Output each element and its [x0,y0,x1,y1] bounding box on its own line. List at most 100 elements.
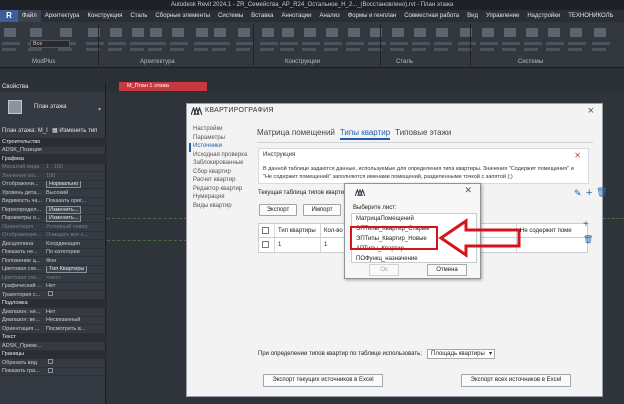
edit-type-button[interactable]: ▦ Изменить тип [52,126,97,136]
property-checkbox[interactable] [48,359,53,365]
property-row[interactable]: Цветовая схе... <нет> [0,274,106,283]
menu-item[interactable]: Формы и генплан [344,10,400,22]
property-row[interactable]: Положение ц... Фон [0,257,106,266]
property-value-button[interactable]: Изменить... [46,214,82,223]
property-row[interactable]: Цветовая схе... Тип Квартиры [0,265,106,274]
dialog-tab[interactable]: Типы квартир [339,128,391,140]
add-icon[interactable]: + [586,187,592,199]
property-value-button[interactable]: Изменить... [46,206,82,214]
property-row[interactable]: Обрезать вид [0,359,106,368]
property-row[interactable]: Переопредел... Изменить... [0,206,106,215]
property-value[interactable]: Показать ориг... [44,198,106,204]
property-value[interactable]: Высокий [44,190,106,196]
menu-item[interactable]: Управление [482,10,523,22]
nav-item[interactable]: Заблокированные [193,160,257,169]
ribbon-tool-icon[interactable] [60,28,72,37]
menu-item[interactable]: Конструкция [84,10,127,22]
add-row-icon[interactable]: + [583,219,589,230]
ribbon-tool-icon[interactable] [504,28,516,37]
nav-item[interactable]: Расчет квартир [193,177,257,186]
property-value-button[interactable]: Нормально [46,180,82,189]
row-checkbox[interactable] [259,238,275,252]
cell-not-contains[interactable] [517,238,587,252]
view-tab[interactable]: М_План 1 этажа [119,82,207,91]
ribbon-tool-icon[interactable] [414,28,426,37]
property-value[interactable]: Изменить... [44,206,106,214]
property-value[interactable] [44,291,106,298]
property-row[interactable]: Параметры о... Изменить... [0,214,106,223]
property-row[interactable]: Границы [0,350,106,359]
trash-icon[interactable]: 🗑 [583,235,593,244]
nav-item[interactable]: Редактор квартир [193,186,257,195]
property-row[interactable]: Текст [0,333,106,342]
property-row[interactable]: Отображени... Нормально [0,180,106,189]
property-value[interactable]: 100 [44,173,106,179]
ribbon-tool-icon[interactable] [482,28,494,37]
ribbon-tool-icon[interactable] [30,28,42,37]
property-row[interactable]: Подложка [0,299,106,308]
property-checkbox[interactable] [48,367,53,373]
property-row[interactable]: Ориентация Условный север [0,223,106,232]
property-row[interactable]: Дисциплина Координация [0,240,106,249]
nav-item[interactable]: Сбор квартир [193,169,257,178]
property-row[interactable]: Графика [0,155,106,164]
menu-item[interactable]: Системы [214,10,247,22]
property-row[interactable]: Ориентация ... Посмотреть в... [0,325,106,334]
revit-logo-icon[interactable]: R [0,10,18,22]
nav-item[interactable]: Нумерация [193,194,257,203]
menu-item[interactable]: Вид [463,10,482,22]
property-row[interactable]: ADSK_Позиция [0,147,106,155]
property-value[interactable]: Нормально [44,180,106,189]
ribbon-tool-icon[interactable] [392,28,404,37]
import-button[interactable]: Импорт [303,204,341,216]
cancel-button[interactable]: Отмена [427,264,467,276]
property-row[interactable]: Диапазон: ни... Нет [0,308,106,317]
property-value[interactable]: Условный север [44,224,106,230]
export-button[interactable]: Экспорт [259,204,297,216]
ribbon-tool-icon[interactable] [326,28,338,37]
property-value[interactable]: Нет [44,283,106,289]
property-row[interactable]: Значение ма... 100 [0,172,106,181]
property-row[interactable]: Траектория с... [0,291,106,300]
property-row[interactable]: Видимость ча... Показать ориг... [0,198,106,206]
property-row[interactable]: Графический ... Нет [0,283,106,291]
dialog-tab[interactable]: Типовые этажи [395,128,451,140]
export-current-button[interactable]: Экспорт текущих источников в Excel [263,374,383,387]
ribbon-tool-icon[interactable] [548,28,560,37]
property-row[interactable]: ADSK_Приме... [0,342,106,351]
menu-item[interactable]: Архитектура [41,10,84,22]
ribbon-tool-icon[interactable] [436,28,448,37]
ribbon-tool-icon[interactable] [526,28,538,37]
property-checkbox[interactable] [48,291,53,297]
nav-item[interactable]: Параметры [193,135,257,144]
property-value[interactable]: Нет [44,309,106,315]
menu-item[interactable]: ТЕХНОНИКОЛЬ [564,10,617,22]
property-row[interactable]: Масштаб вида 1 : 100 [0,164,106,172]
ribbon-tool-icon[interactable] [594,28,606,37]
cell-type[interactable]: 1 [275,238,321,252]
menu-item[interactable]: Файл [18,10,41,22]
ribbon-tool-icon[interactable] [304,28,316,37]
property-value[interactable]: Посмотреть в... [44,326,106,332]
ribbon-tool-icon[interactable] [348,28,360,37]
ribbon-tool-icon[interactable] [282,28,294,37]
property-value-button[interactable]: Тип Квартиры [46,265,88,274]
nav-item[interactable]: Настройки [193,126,257,135]
dialog-tab[interactable]: Матрица помещений [257,128,335,140]
plan-selector[interactable]: План этажа: М_І ▦ Изменить тип [0,126,106,136]
ok-button[interactable]: Ок [369,264,399,276]
filter-dropdown[interactable]: Все [30,40,70,48]
property-value[interactable]: По категории [44,249,106,255]
property-value[interactable]: Фон [44,258,106,264]
menu-item[interactable]: Анализ [315,10,343,22]
property-value[interactable] [44,359,106,366]
export-all-button[interactable]: Экспорт всех источников в Excel [461,374,571,387]
menu-item[interactable]: Надстройки [523,10,564,22]
nav-item[interactable]: Виды квартир [193,203,257,212]
edit-icon[interactable]: ✎ [574,188,582,199]
close-icon[interactable]: × [588,105,594,117]
property-value[interactable]: Несвязанный [44,317,106,323]
menu-item[interactable]: Сборные элементы [151,10,214,22]
nav-item[interactable]: Источники [189,143,257,152]
ribbon-tool-icon[interactable] [196,28,208,37]
